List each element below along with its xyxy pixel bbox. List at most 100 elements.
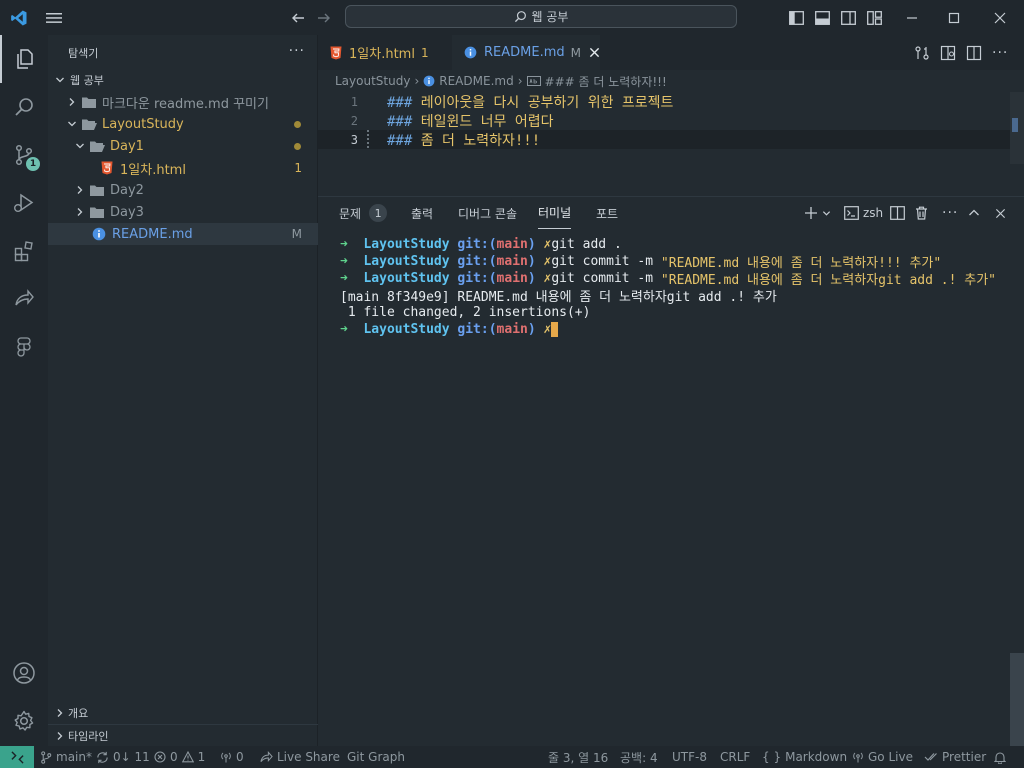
remote-indicator-icon[interactable] (0, 746, 34, 768)
prompt-arrow: ➜ (340, 322, 348, 337)
tree-item-folder[interactable]: Day2 (48, 179, 318, 201)
forward-arrow-icon[interactable] (314, 0, 334, 35)
encoding-status[interactable]: UTF-8 (672, 746, 707, 768)
tab-output[interactable]: 출력 (411, 197, 433, 229)
split-terminal-icon[interactable] (890, 197, 905, 229)
run-debug-icon[interactable] (0, 179, 48, 227)
explorer-icon[interactable] (0, 35, 48, 83)
heading-text: 테일윈드 너무 어렵다 (412, 113, 554, 130)
tree-item-file[interactable]: README.md M (48, 223, 318, 245)
go-live-status[interactable]: Go Live (852, 746, 913, 768)
breadcrumb-file[interactable]: README.md (439, 74, 513, 88)
error-count: 0 (170, 750, 178, 764)
terminal-icon (844, 206, 859, 220)
editor-line-current[interactable]: 3 ### 좀 더 노력하자!!! (318, 130, 1010, 149)
tab-ports[interactable]: 포트 (596, 197, 618, 229)
tree-root-folder[interactable]: 웹 공부 (48, 69, 318, 91)
tree-item-label: 마크다운 readme.md 꾸미기 (102, 96, 269, 112)
sync-counts: 0↓ 11 (113, 750, 150, 764)
indentation-status[interactable]: 공백: 4 (620, 746, 658, 768)
html5-icon (330, 46, 342, 60)
go-live-label: Go Live (868, 750, 913, 764)
tree-item-folder[interactable]: 마크다운 readme.md 꾸미기 (48, 91, 318, 113)
sync-status[interactable]: 0↓ 11 (96, 746, 150, 768)
breadcrumb-folder[interactable]: LayoutStudy (335, 74, 410, 88)
eol-status[interactable]: CRLF (720, 746, 750, 768)
live-share-icon[interactable] (0, 275, 48, 323)
terminal-line[interactable]: ➜ LayoutStudy git:(main) ✗ (340, 321, 559, 338)
tree-item-folder[interactable]: Day1 (48, 135, 318, 157)
live-share-status[interactable]: Live Share (260, 746, 340, 768)
cursor-position-status[interactable]: 줄 3, 열 16 (548, 746, 608, 768)
source-control-icon[interactable]: 1 (0, 131, 48, 179)
modified-deco: M (291, 227, 302, 241)
panel-more-actions-icon[interactable]: ··· (942, 197, 958, 229)
editor-line[interactable]: 1 ### 레이아웃을 다시 공부하기 위한 프로젝트 (318, 92, 1010, 111)
maximize-icon[interactable] (940, 0, 968, 35)
chevron-down-icon (72, 138, 88, 154)
back-arrow-icon[interactable] (288, 0, 308, 35)
tab-terminal[interactable]: 터미널 (538, 197, 572, 229)
tree-item-file[interactable]: 1일차.html 1 (48, 157, 318, 179)
terminal-shell-selector[interactable]: zsh (844, 197, 883, 229)
editor-line[interactable]: 2 ### 테일윈드 너무 어렵다 (318, 111, 1010, 130)
prettier-status[interactable]: Prettier (924, 746, 986, 768)
tab-label: README.md (484, 45, 565, 60)
modified-dot-icon (294, 142, 301, 150)
minimize-icon[interactable] (898, 0, 926, 35)
menu-icon[interactable] (44, 0, 64, 35)
tree-item-label: Day3 (110, 204, 144, 220)
git-branch-icon (41, 750, 52, 764)
notifications-bell-icon[interactable] (994, 746, 1006, 768)
prompt-git-close: ) (527, 237, 536, 252)
chevron-right-icon: › (517, 74, 523, 88)
tab-readme-md[interactable]: README.md M (452, 35, 600, 70)
close-window-icon[interactable] (986, 0, 1014, 35)
account-icon[interactable] (0, 649, 48, 697)
toggle-secondary-sidebar-icon[interactable] (838, 0, 858, 35)
broadcast-icon (221, 752, 231, 763)
outline-section[interactable]: 개요 (48, 702, 318, 724)
prompt-branch: main (496, 237, 528, 252)
new-terminal-button[interactable] (804, 197, 831, 229)
figma-icon[interactable] (0, 323, 48, 371)
toggle-panel-icon[interactable] (812, 0, 832, 35)
git-graph-status[interactable]: Git Graph (347, 746, 405, 768)
close-panel-icon[interactable] (995, 197, 1006, 229)
prompt-git: git:( (457, 322, 497, 337)
terminal-output: [main 8f349e9] README.md 내용에 좀 더 노력하자git… (340, 290, 777, 305)
close-tab-icon[interactable] (589, 47, 600, 58)
tab-debug-console[interactable]: 디버그 콘솔 (458, 197, 517, 229)
toggle-primary-sidebar-icon[interactable] (786, 0, 806, 35)
problems-status[interactable]: 0 1 (154, 746, 205, 768)
tree-item-folder[interactable]: Day3 (48, 201, 318, 223)
problem-count-deco: 1 (294, 161, 302, 175)
prompt-git-close: ) (527, 322, 536, 337)
extensions-icon[interactable] (0, 227, 48, 275)
language-mode-status[interactable]: { } Markdown (762, 746, 847, 768)
tab-problems[interactable]: 문제 1 (339, 197, 388, 229)
open-changes-icon[interactable] (914, 45, 930, 61)
breadcrumb-symbol[interactable]: ### 좀 더 노력하자!!! (545, 73, 667, 90)
terminal-scrollbar[interactable] (1010, 653, 1024, 747)
split-editor-icon[interactable] (966, 45, 982, 61)
tab-1일차-html[interactable]: 1일차.html 1 (318, 35, 442, 70)
terminal-output: 1 file changed, 2 insertions(+) (340, 305, 591, 320)
maximize-panel-chevron-up-icon[interactable] (968, 197, 980, 229)
search-view-icon[interactable] (0, 83, 48, 131)
command-center-search[interactable]: 웹 공부 (345, 5, 737, 28)
settings-gear-icon[interactable] (0, 697, 48, 745)
kill-terminal-trash-icon[interactable] (915, 197, 928, 229)
ports-status[interactable]: 0 (220, 746, 244, 768)
terminal-command: git commit -m (551, 271, 661, 286)
breadcrumb: LayoutStudy › README.md › ### 좀 더 노력하자!!… (335, 71, 667, 91)
tree-item-folder[interactable]: LayoutStudy (48, 113, 318, 135)
more-actions-icon[interactable]: ··· (992, 45, 1008, 61)
timeline-section[interactable]: 타임라인 (48, 724, 318, 746)
explorer-more-actions-icon[interactable]: ··· (289, 43, 305, 59)
tree-root-label: 웹 공부 (70, 74, 104, 87)
git-graph-label: Git Graph (347, 750, 405, 764)
customize-layout-icon[interactable] (864, 0, 884, 35)
branch-status[interactable]: main* (40, 746, 92, 768)
open-preview-icon[interactable] (940, 45, 956, 61)
